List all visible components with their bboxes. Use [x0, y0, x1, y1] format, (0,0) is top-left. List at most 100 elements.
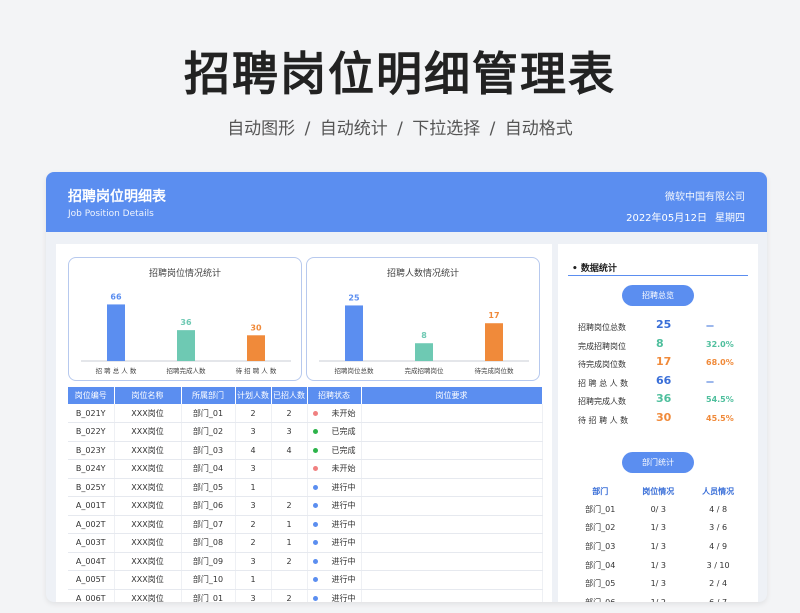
status-text: 进行中 — [331, 519, 356, 529]
table-cell: A_005T — [68, 570, 115, 590]
summary-percent: 54.5% — [706, 395, 734, 404]
table-cell: 2 — [271, 552, 308, 571]
status-dot-icon — [312, 429, 318, 435]
summary-row: 招聘完成人数 36 54.5% — [578, 392, 748, 410]
summary-pill[interactable]: 招聘总览 — [622, 285, 694, 306]
status-dot-icon — [312, 577, 318, 583]
column-header[interactable]: 计划人数 — [235, 387, 272, 404]
date-line: 2022年05月12日 星期四 — [618, 209, 745, 224]
dashboard-card: 招聘岗位明细表 Job Position Details 微软中国有限公司 20… — [46, 172, 767, 602]
table-cell: XXX岗位 — [114, 404, 182, 423]
table-cell: 1 — [271, 533, 308, 553]
status-text: 未开始 — [331, 408, 356, 418]
dept-cell: 部门_03 — [585, 541, 616, 551]
column-header[interactable]: 已招人数 — [271, 387, 308, 404]
table-cell: 1 — [235, 478, 272, 497]
status-text: 进行中 — [331, 538, 356, 548]
table-cell[interactable]: 进行中 — [307, 589, 362, 602]
table-cell: 部门_05 — [181, 478, 236, 497]
table-row[interactable]: B_024Y XXX岗位 部门_04 3 未开始 — [68, 459, 543, 479]
dept-header-row: 部门 岗位情况 人员情况 — [572, 482, 748, 500]
table-cell: 2 — [235, 533, 272, 553]
status-text: 进行中 — [331, 575, 356, 585]
table-row[interactable]: A_004T XXX岗位 部门_09 3 2 进行中 — [68, 552, 543, 571]
table-row[interactable]: A_005T XXX岗位 部门_10 1 进行中 — [68, 570, 543, 590]
page-subline: 自动图形 / 自动统计 / 下拉选择 / 自动格式 — [227, 119, 573, 139]
table-cell: 部门_01 — [181, 589, 236, 602]
table-cell[interactable]: 已完成 — [307, 441, 362, 460]
sheet-title: 招聘岗位明细表 — [68, 189, 166, 205]
table-cell: 3 — [235, 552, 272, 571]
status-text: 进行中 — [331, 501, 356, 511]
table-cell — [361, 589, 543, 602]
table-cell: B_025Y — [68, 478, 115, 497]
table-cell[interactable]: 进行中 — [307, 552, 362, 571]
category-label: 招聘完成人数 — [167, 366, 207, 375]
table-cell[interactable]: 进行中 — [307, 496, 362, 516]
bar-0 — [345, 305, 363, 361]
table-cell: XXX岗位 — [114, 422, 182, 442]
table-cell: 3 — [271, 422, 308, 442]
table-cell: 部门_08 — [181, 533, 236, 553]
dept-cell: 6 / 7 — [688, 593, 748, 602]
bar-0 — [107, 304, 125, 361]
category-label: 完成招聘岗位 — [405, 366, 445, 375]
chart-positions: 招聘岗位情况统计 66 招 聘 总 人 数 36 招聘完成人数 30 待 招 聘 人 数 — [68, 257, 302, 381]
table-row[interactable]: B_023Y XXX岗位 部门_03 4 4 已完成 — [68, 441, 543, 460]
table-cell[interactable]: 未开始 — [307, 459, 362, 479]
left-panel: 招聘岗位情况统计 66 招 聘 总 人 数 36 招聘完成人数 30 待 招 聘 人 数 … — [56, 244, 552, 602]
table-cell[interactable]: 未开始 — [307, 404, 362, 423]
chart-svg: 66 招 聘 总 人 数 36 招聘完成人数 30 待 招 聘 人 数 — [81, 292, 291, 375]
dept-cell: 1/ 3 — [650, 579, 666, 589]
summary-percent: — — [706, 376, 714, 386]
table-cell: XXX岗位 — [114, 459, 182, 479]
table-row[interactable]: B_021Y XXX岗位 部门_01 2 2 未开始 — [68, 404, 543, 423]
dept-column-header: 岗位情况 — [642, 486, 675, 496]
status-text: 已完成 — [331, 427, 356, 437]
summary-row: 招聘岗位总数 25 — — [578, 318, 748, 336]
table-cell[interactable]: 已完成 — [307, 422, 362, 442]
dept-column-header: 人员情况 — [702, 486, 735, 496]
column-header[interactable]: 岗位名称 — [114, 387, 182, 404]
table-body: B_021Y XXX岗位 部门_01 2 2 未开始 B_022Y XXX岗位 部门_02 3 3 已… — [68, 404, 543, 602]
table-cell: 3 — [235, 459, 272, 479]
position-table: 岗位编号 岗位名称 所属部门 计划人数 已招人数 招聘状态 岗位要求 B_021Y XXX岗位… — [68, 387, 543, 602]
table-cell: 部门_02 — [181, 422, 236, 442]
page-headline: 招聘岗位明细管理表 — [184, 47, 616, 101]
dept-row: 部门_04 1/ 3 3 / 10 — [572, 556, 748, 575]
table-cell[interactable]: 进行中 — [307, 533, 362, 553]
dept-cell: 1/ 3 — [650, 523, 666, 533]
bar-1 — [415, 343, 433, 361]
table-cell: 1 — [235, 570, 272, 590]
table-row[interactable]: A_003T XXX岗位 部门_08 2 1 进行中 — [68, 533, 543, 553]
column-header[interactable]: 岗位编号 — [68, 387, 115, 404]
table-cell — [361, 570, 543, 590]
column-header[interactable]: 招聘状态 — [307, 387, 362, 404]
status-dot-icon — [312, 540, 318, 546]
table-row[interactable]: A_001T XXX岗位 部门_06 3 2 进行中 — [68, 496, 543, 516]
table-cell[interactable]: 进行中 — [307, 515, 362, 534]
table-row[interactable]: B_025Y XXX岗位 部门_05 1 进行中 — [68, 478, 543, 497]
status-dot-icon — [312, 447, 318, 453]
summary-value: 25 — [656, 318, 672, 331]
bar-2 — [485, 323, 503, 361]
table-row[interactable]: A_002T XXX岗位 部门_07 2 1 进行中 — [68, 515, 543, 534]
table-cell[interactable]: 进行中 — [307, 570, 362, 590]
summary-label: 招聘完成人数 — [578, 397, 626, 406]
table-cell: 2 — [271, 496, 308, 516]
summary-row: 待完成岗位数 17 68.0% — [578, 355, 748, 373]
summary-value: 8 — [656, 336, 664, 350]
dept-row: 部门_01 0/ 3 4 / 8 — [572, 500, 748, 519]
status-dot-icon — [312, 466, 318, 472]
table-row[interactable]: B_022Y XXX岗位 部门_02 3 3 已完成 — [68, 422, 543, 442]
category-label: 招聘岗位总数 — [335, 366, 375, 375]
column-header[interactable]: 所属部门 — [181, 387, 236, 404]
table-cell — [361, 552, 543, 571]
dept-cell: 4 / 8 — [709, 504, 728, 514]
dept-row: 部门_03 1/ 3 4 / 9 — [572, 537, 748, 556]
table-cell: 部门_04 — [181, 459, 236, 479]
dept-pill[interactable]: 部门统计 — [622, 452, 694, 473]
table-cell[interactable]: 进行中 — [307, 478, 362, 497]
table-row[interactable]: A_006T XXX岗位 部门_01 3 2 进行中 — [68, 589, 543, 602]
column-header[interactable]: 岗位要求 — [361, 387, 543, 404]
